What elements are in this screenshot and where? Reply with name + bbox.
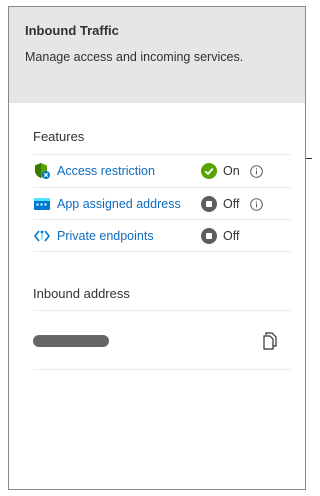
card-title: Inbound Traffic	[25, 23, 119, 38]
divider	[33, 251, 291, 252]
divider	[33, 310, 291, 311]
private-endpoints-status: Off	[201, 228, 249, 244]
copy-icon[interactable]	[261, 331, 279, 351]
inbound-address-heading: Inbound address	[33, 286, 130, 301]
network-address-icon	[33, 195, 51, 213]
feature-row-private-endpoints: Private endpoints Off	[33, 220, 291, 252]
inbound-traffic-card: Inbound Traffic Manage access and incomi…	[8, 6, 306, 490]
app-assigned-address-status: Off	[201, 196, 263, 212]
access-restriction-status: On	[201, 163, 263, 179]
info-icon[interactable]	[249, 164, 263, 178]
status-text: Off	[223, 197, 240, 211]
card-subtitle: Manage access and incoming services.	[25, 50, 244, 64]
features-heading: Features	[33, 129, 85, 144]
divider	[33, 369, 291, 370]
app-assigned-address-link[interactable]: App assigned address	[57, 197, 197, 211]
check-circle-icon	[201, 163, 217, 179]
info-icon[interactable]	[249, 197, 263, 211]
access-restriction-link[interactable]: Access restriction	[57, 164, 197, 178]
shield-icon	[33, 162, 51, 180]
private-endpoints-link[interactable]: Private endpoints	[57, 229, 197, 243]
stop-circle-icon	[201, 196, 217, 212]
feature-row-access-restriction: Access restriction On	[33, 155, 291, 187]
status-text: On	[223, 164, 240, 178]
card-header: Inbound Traffic Manage access and incomi…	[9, 7, 305, 103]
feature-row-app-assigned-address: App assigned address Off	[33, 188, 291, 220]
status-text: Off	[223, 229, 240, 243]
connector-line	[306, 158, 312, 159]
private-endpoint-icon	[33, 227, 51, 245]
stop-circle-icon	[201, 228, 217, 244]
inbound-address-value-redacted	[33, 335, 109, 347]
